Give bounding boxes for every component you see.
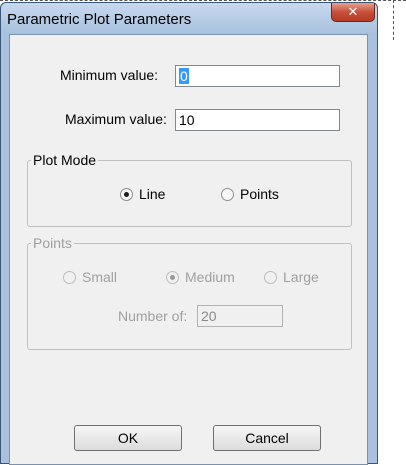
plot-mode-group (27, 160, 352, 227)
title-bar[interactable]: Parametric Plot Parameters ✕ (1, 3, 377, 35)
minimum-value-label: Minimum value: (60, 67, 159, 83)
points-legend: Points (31, 235, 74, 251)
close-button[interactable]: ✕ (331, 3, 375, 22)
minimum-value-input[interactable]: 0 (175, 65, 340, 87)
dialog-window: Parametric Plot Parameters ✕ Minimum val… (0, 2, 378, 465)
large-option-label[interactable]: Large (283, 269, 319, 285)
number-of-label: Number of: (118, 308, 188, 324)
points-radio[interactable] (221, 188, 234, 201)
ok-button[interactable]: OK (74, 425, 182, 451)
plot-mode-legend: Plot Mode (31, 152, 99, 168)
dialog-title: Parametric Plot Parameters (7, 11, 192, 28)
maximum-value-text: 10 (179, 112, 195, 128)
maximum-value-label: Maximum value: (65, 111, 167, 127)
cancel-button[interactable]: Cancel (213, 425, 321, 451)
screen-edge-right (393, 0, 394, 40)
screen-edge-top (0, 0, 406, 1)
medium-option-label[interactable]: Medium (185, 269, 235, 285)
number-of-input[interactable]: 20 (197, 305, 283, 327)
large-radio[interactable] (264, 271, 277, 284)
number-of-text: 20 (201, 308, 217, 324)
line-radio[interactable] (120, 188, 133, 201)
medium-radio[interactable] (166, 271, 179, 284)
maximum-value-input[interactable]: 10 (175, 109, 340, 131)
small-radio[interactable] (63, 271, 76, 284)
line-option-label[interactable]: Line (139, 186, 165, 202)
small-option-label[interactable]: Small (82, 269, 117, 285)
points-group (27, 243, 352, 350)
dialog-body: Minimum value: 0 Maximum value: 10 Plot … (9, 34, 368, 465)
close-icon: ✕ (347, 4, 359, 20)
points-option-label[interactable]: Points (240, 186, 279, 202)
minimum-value-text: 0 (179, 68, 189, 84)
